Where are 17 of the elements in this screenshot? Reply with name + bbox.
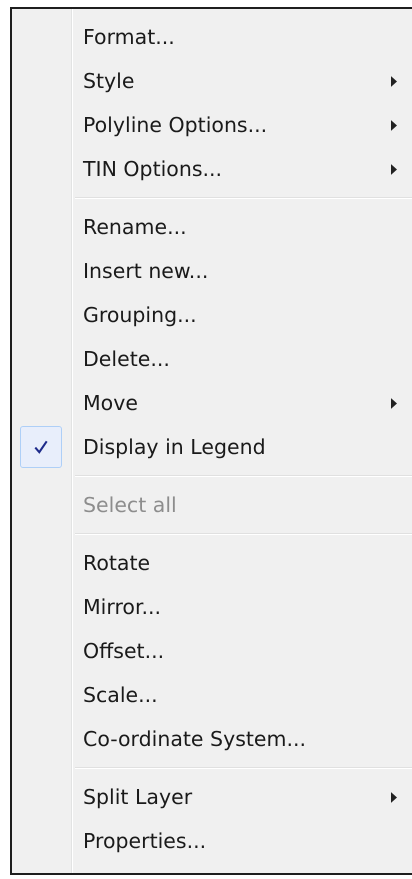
menu-item[interactable]: Scale... — [12, 673, 412, 717]
menu-item[interactable]: Style — [12, 59, 412, 103]
menu-item[interactable]: Insert new... — [12, 249, 412, 293]
menu-item[interactable]: Format... — [12, 15, 412, 59]
menu-item[interactable]: Delete... — [12, 337, 412, 381]
menu-item[interactable]: TIN Options... — [12, 147, 412, 191]
menu-item[interactable]: Rename... — [12, 205, 412, 249]
menu-item[interactable]: Polyline Options... — [12, 103, 412, 147]
menu-item[interactable]: Co-ordinate System... — [12, 717, 412, 761]
menu-item[interactable]: Mirror... — [12, 585, 412, 629]
menu-item[interactable]: Split Layer — [12, 775, 412, 819]
menu-item[interactable]: Properties... — [12, 819, 412, 863]
menu-item[interactable]: Display in Legend — [12, 425, 412, 469]
menu-item[interactable]: Offset... — [12, 629, 412, 673]
menu-item[interactable]: Move — [12, 381, 412, 425]
menu-item[interactable]: Rotate — [12, 541, 412, 585]
menu-item[interactable]: Grouping... — [12, 293, 412, 337]
